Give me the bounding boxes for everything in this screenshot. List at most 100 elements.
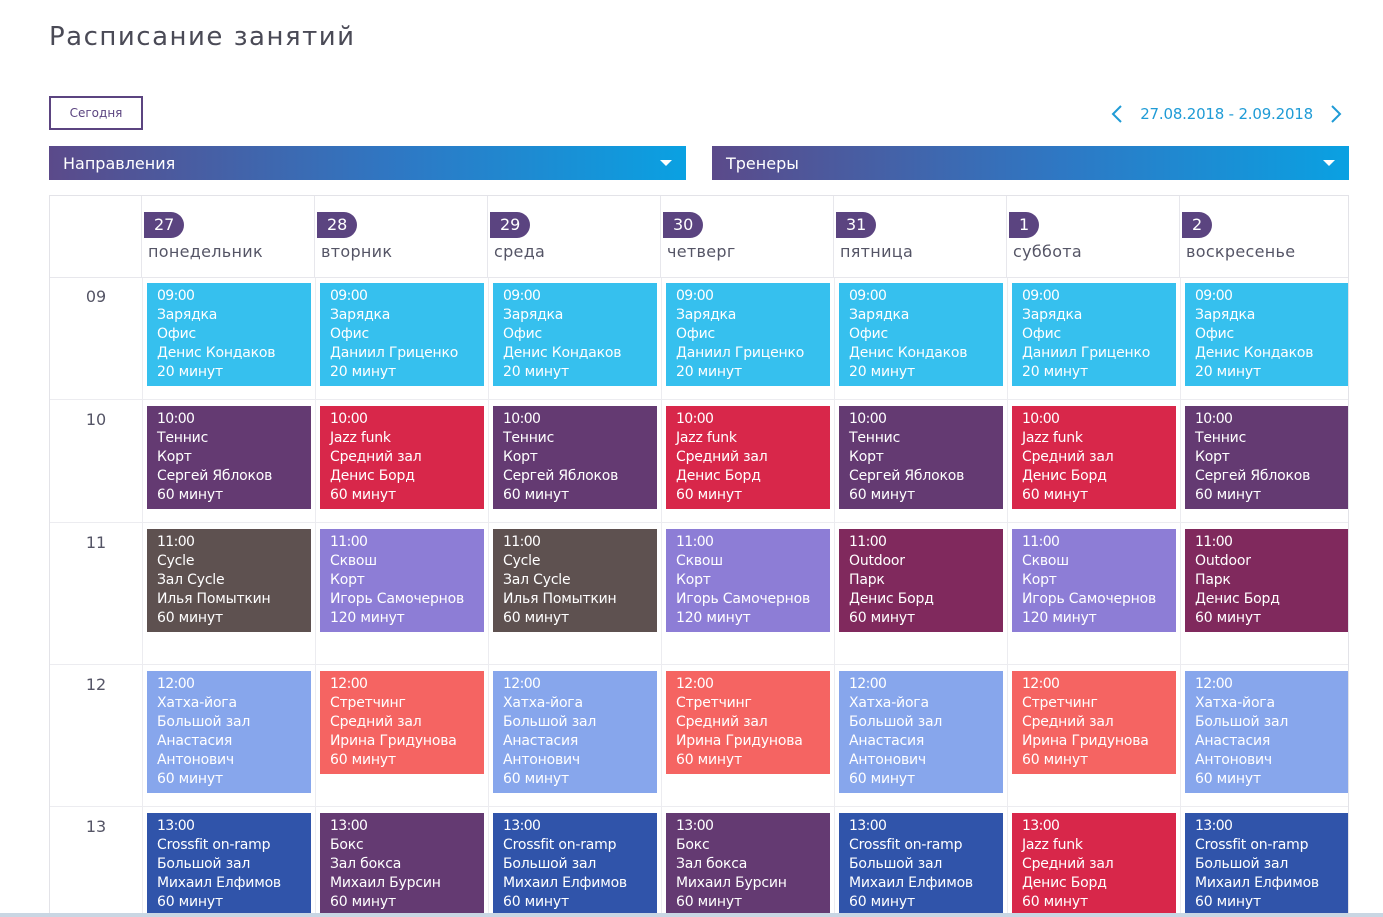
class-event-card[interactable]: 11:00 Outdoor Парк Денис Борд 60 минут — [1185, 529, 1348, 632]
directions-dropdown[interactable]: Направления — [49, 146, 686, 180]
class-event-card[interactable]: 11:00 Cycle Зал Cycle Илья Помыткин 60 минут — [493, 529, 657, 632]
class-event-card[interactable]: 12:00 Хатха-йога Большой зал Анастасия Антон… — [493, 671, 657, 793]
event-trainer: Ирина Гридунова — [1022, 733, 1149, 749]
class-event-card[interactable]: 10:00 Jazz funk Средний зал Денис Борд 60 ми… — [1012, 406, 1176, 509]
class-event-card[interactable]: 11:00 Сквош Корт Игорь Самочернов 120 минут — [666, 529, 830, 632]
hour-column-header — [50, 196, 142, 278]
today-button[interactable]: Сегодня — [49, 96, 143, 130]
event-place: Зал Cycle — [503, 572, 571, 588]
class-event-card[interactable]: 09:00 Зарядка Офис Денис Кондаков 20 минут — [839, 283, 1003, 386]
event-time: 09:00 — [676, 288, 714, 304]
event-trainer-part: Антонович — [157, 752, 234, 768]
class-event-card[interactable]: 09:00 Зарядка Офис Даниил Гриценко 20 минут — [1012, 283, 1176, 386]
class-event-card[interactable]: 09:00 Зарядка Офис Денис Кондаков 20 минут — [1185, 283, 1348, 386]
event-trainer: Денис Кондаков — [1195, 345, 1314, 361]
event-duration: 20 минут — [676, 364, 742, 380]
class-event-card[interactable]: 12:00 Стретчинг Средний зал Ирина Гридунова… — [666, 671, 830, 774]
class-event-card[interactable]: 13:00 Crossfit on-ramp Большой зал Михаил Е… — [147, 813, 311, 916]
class-event-card[interactable]: 12:00 Хатха-йога Большой зал Анастасия Антон… — [147, 671, 311, 793]
trainers-label: Тренеры — [726, 153, 799, 173]
class-event-card[interactable]: 12:00 Стретчинг Средний зал Ирина Гридунова… — [320, 671, 484, 774]
class-event-card[interactable]: 13:00 Jazz funk Средний зал Денис Борд 60 ми… — [1012, 813, 1176, 916]
class-event-card[interactable]: 12:00 Хатха-йога Большой зал Анастасия Антон… — [839, 671, 1003, 793]
row-divider — [50, 399, 1348, 400]
event-time: 12:00 — [330, 676, 368, 692]
class-event-card[interactable]: 11:00 Cycle Зал Cycle Илья Помыткин 60 минут — [147, 529, 311, 632]
day-header: 31 пятница — [834, 196, 1007, 278]
column-divider — [834, 278, 835, 917]
class-event-card[interactable]: 11:00 Сквош Корт Игорь Самочернов 120 минут — [1012, 529, 1176, 632]
class-event-card[interactable]: 10:00 Теннис Корт Сергей Яблоков 60 минут — [493, 406, 657, 509]
event-name: Зарядка — [1022, 307, 1083, 323]
event-time: 11:00 — [330, 534, 368, 550]
class-event-card[interactable]: 10:00 Jazz funk Средний зал Денис Борд 60 ми… — [320, 406, 484, 509]
event-place: Средний зал — [330, 449, 422, 465]
event-trainer: Сергей Яблоков — [849, 468, 965, 484]
event-trainer: Даниил Гриценко — [330, 345, 459, 361]
event-time: 10:00 — [330, 411, 368, 427]
event-trainer: Денис Кондаков — [503, 345, 622, 361]
event-time: 09:00 — [503, 288, 541, 304]
event-place: Офис — [849, 326, 888, 342]
event-place: Большой зал — [503, 856, 597, 872]
event-name: Бокс — [330, 837, 364, 853]
event-place: Офис — [157, 326, 196, 342]
class-event-card[interactable]: 10:00 Jazz funk Средний зал Денис Борд 60 ми… — [666, 406, 830, 509]
event-place: Парк — [849, 572, 885, 588]
bottom-scrollbar[interactable] — [0, 913, 1383, 917]
event-place: Большой зал — [157, 856, 251, 872]
class-event-card[interactable]: 12:00 Стретчинг Средний зал Ирина Гридунова… — [1012, 671, 1176, 774]
class-event-card[interactable]: 09:00 Зарядка Офис Денис Кондаков 20 минут — [493, 283, 657, 386]
class-event-card[interactable]: 11:00 Outdoor Парк Денис Борд 60 минут — [839, 529, 1003, 632]
class-event-card[interactable]: 13:00 Crossfit on-ramp Большой зал Михаил Е… — [1185, 813, 1348, 916]
event-name: Бокс — [676, 837, 710, 853]
event-duration: 120 минут — [330, 610, 405, 626]
event-place: Средний зал — [330, 714, 422, 730]
event-name: Стретчинг — [676, 695, 752, 711]
event-trainer: Игорь Самочернов — [330, 591, 465, 607]
event-duration: 60 минут — [1195, 771, 1261, 787]
event-trainer: Сергей Яблоков — [503, 468, 619, 484]
class-event-card[interactable]: 13:00 Бокс Зал бокса Михаил Бурсин 60 минут — [666, 813, 830, 916]
event-duration: 60 минут — [849, 894, 915, 910]
event-place: Средний зал — [676, 449, 768, 465]
hour-label: 09 — [85, 287, 107, 306]
event-place: Корт — [157, 449, 192, 465]
event-place: Корт — [849, 449, 884, 465]
class-event-card[interactable]: 09:00 Зарядка Офис Даниил Гриценко 20 минут — [320, 283, 484, 386]
chevron-right-icon[interactable] — [1327, 102, 1345, 126]
event-time: 12:00 — [849, 676, 887, 692]
event-trainer-part: Антонович — [1195, 752, 1272, 768]
event-duration: 120 минут — [1022, 610, 1097, 626]
event-trainer: Илья Помыткин — [157, 591, 271, 607]
class-event-card[interactable]: 12:00 Хатха-йога Большой зал Анастасия Антон… — [1185, 671, 1348, 793]
event-duration: 60 минут — [849, 487, 915, 503]
class-event-card[interactable]: 10:00 Теннис Корт Сергей Яблоков 60 минут — [147, 406, 311, 509]
event-time: 13:00 — [849, 818, 887, 834]
event-time: 13:00 — [503, 818, 541, 834]
week-range: 27.08.2018 - 2.09.2018 — [1140, 105, 1313, 123]
column-divider — [315, 278, 316, 917]
class-event-card[interactable]: 10:00 Теннис Корт Сергей Яблоков 60 минут — [839, 406, 1003, 509]
day-header: 2 воскресенье — [1180, 196, 1348, 278]
event-time: 12:00 — [1195, 676, 1233, 692]
event-duration: 120 минут — [676, 610, 751, 626]
class-event-card[interactable]: 13:00 Crossfit on-ramp Большой зал Михаил Е… — [493, 813, 657, 916]
event-name: Outdoor — [849, 553, 905, 569]
chevron-left-icon[interactable] — [1108, 102, 1126, 126]
class-event-card[interactable]: 09:00 Зарядка Офис Денис Кондаков 20 минут — [147, 283, 311, 386]
event-name: Зарядка — [676, 307, 737, 323]
class-event-card[interactable]: 11:00 Сквош Корт Игорь Самочернов 120 минут — [320, 529, 484, 632]
event-trainer-part: Антонович — [849, 752, 926, 768]
class-event-card[interactable]: 13:00 Crossfit on-ramp Большой зал Михаил Е… — [839, 813, 1003, 916]
event-duration: 60 минут — [157, 894, 223, 910]
trainers-dropdown[interactable]: Тренеры — [712, 146, 1349, 180]
class-event-card[interactable]: 13:00 Бокс Зал бокса Михаил Бурсин 60 минут — [320, 813, 484, 916]
class-event-card[interactable]: 09:00 Зарядка Офис Даниил Гриценко 20 минут — [666, 283, 830, 386]
event-time: 10:00 — [676, 411, 714, 427]
event-time: 12:00 — [676, 676, 714, 692]
event-place: Парк — [1195, 572, 1231, 588]
event-duration: 20 минут — [849, 364, 915, 380]
event-name: Сквош — [330, 553, 377, 569]
class-event-card[interactable]: 10:00 Теннис Корт Сергей Яблоков 60 минут — [1185, 406, 1348, 509]
